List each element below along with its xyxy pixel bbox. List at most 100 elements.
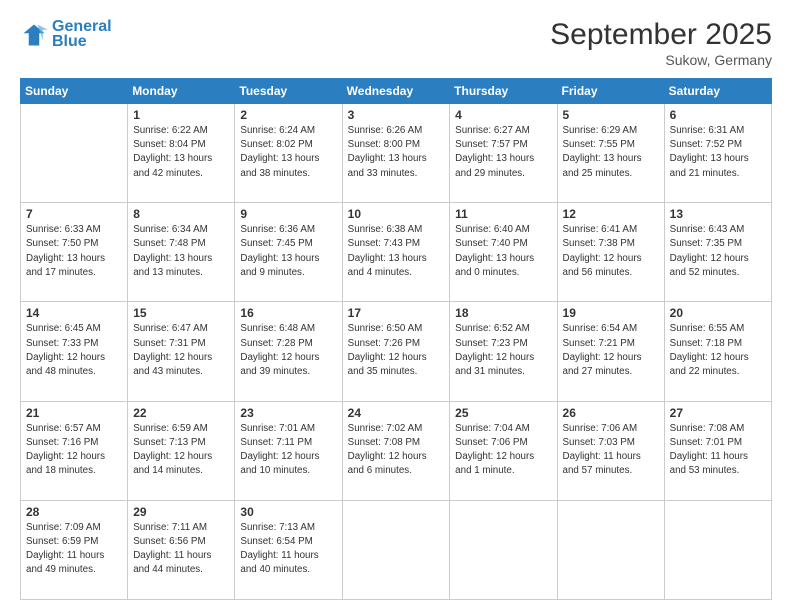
calendar-cell: 13Sunrise: 6:43 AM Sunset: 7:35 PM Dayli… — [664, 203, 771, 302]
logo-text: General Blue — [52, 18, 112, 51]
cell-info: Sunrise: 6:22 AM Sunset: 8:04 PM Dayligh… — [133, 124, 229, 181]
header: General Blue September 2025 Sukow, Germa… — [20, 18, 772, 68]
cell-day-number: 10 — [348, 207, 445, 221]
cell-day-number: 13 — [670, 207, 766, 221]
cell-info: Sunrise: 7:09 AM Sunset: 6:59 PM Dayligh… — [26, 521, 122, 578]
week-row-5: 28Sunrise: 7:09 AM Sunset: 6:59 PM Dayli… — [21, 500, 772, 599]
cell-info: Sunrise: 6:29 AM Sunset: 7:55 PM Dayligh… — [563, 124, 659, 181]
calendar-cell: 24 Sunrise: 7:02 AM Sunset: 7:08 PM Dayli… — [342, 401, 450, 500]
cell-info: Sunrise: 7:01 AM Sunset: 7:11 PM Dayligh… — [240, 422, 336, 479]
cell-info: Sunrise: 6:33 AM Sunset: 7:50 PM Dayligh… — [26, 223, 122, 280]
cell-info: Sunrise: 6:26 AM Sunset: 8:00 PM Dayligh… — [348, 124, 445, 181]
calendar-cell: 18 Sunrise: 6:52 AM Sunset: 7:23 PM Dayli… — [450, 302, 557, 401]
calendar-cell: 12 Sunrise: 6:41 AM Sunset: 7:38 PM Dayli… — [557, 203, 664, 302]
cell-info: Sunrise: 6:59 AM Sunset: 7:13 PM Dayligh… — [133, 422, 229, 479]
calendar-cell: 2 Sunrise: 6:24 AM Sunset: 8:02 PM Daylig… — [235, 104, 342, 203]
week-row-3: 14 Sunrise: 6:45 AM Sunset: 7:33 PM Dayli… — [21, 302, 772, 401]
page: General Blue September 2025 Sukow, Germa… — [0, 0, 792, 612]
cell-day-number: 22 — [133, 406, 229, 420]
calendar-cell: 21Sunrise: 6:57 AM Sunset: 7:16 PM Dayli… — [21, 401, 128, 500]
cell-info: Sunrise: 6:24 AM Sunset: 8:02 PM Dayligh… — [240, 124, 336, 181]
cell-day-number: 18 — [455, 306, 551, 320]
cell-info: Sunrise: 6:41 AM Sunset: 7:38 PM Dayligh… — [563, 223, 659, 280]
calendar-cell: 4Sunrise: 6:27 AM Sunset: 7:57 PM Daylig… — [450, 104, 557, 203]
cell-day-number: 23 — [240, 406, 336, 420]
location: Sukow, Germany — [550, 52, 772, 68]
cell-day-number: 7 — [26, 207, 122, 221]
calendar-cell: 5 Sunrise: 6:29 AM Sunset: 7:55 PM Daylig… — [557, 104, 664, 203]
calendar-cell: 23 Sunrise: 7:01 AM Sunset: 7:11 PM Dayli… — [235, 401, 342, 500]
calendar-cell: 20Sunrise: 6:55 AM Sunset: 7:18 PM Dayli… — [664, 302, 771, 401]
cell-info: Sunrise: 6:47 AM Sunset: 7:31 PM Dayligh… — [133, 322, 229, 379]
cell-info: Sunrise: 6:54 AM Sunset: 7:21 PM Dayligh… — [563, 322, 659, 379]
cell-day-number: 6 — [670, 108, 766, 122]
cell-info: Sunrise: 6:34 AM Sunset: 7:48 PM Dayligh… — [133, 223, 229, 280]
calendar-cell — [557, 500, 664, 599]
cell-info: Sunrise: 6:40 AM Sunset: 7:40 PM Dayligh… — [455, 223, 551, 280]
cell-info: Sunrise: 6:52 AM Sunset: 7:23 PM Dayligh… — [455, 322, 551, 379]
cell-info: Sunrise: 7:06 AM Sunset: 7:03 PM Dayligh… — [563, 422, 659, 479]
calendar-cell: 9Sunrise: 6:36 AM Sunset: 7:45 PM Daylig… — [235, 203, 342, 302]
weekday-header-wednesday: Wednesday — [342, 79, 450, 104]
month-title: September 2025 — [550, 18, 772, 52]
weekday-header-saturday: Saturday — [664, 79, 771, 104]
calendar-cell: 14 Sunrise: 6:45 AM Sunset: 7:33 PM Dayli… — [21, 302, 128, 401]
cell-info: Sunrise: 6:57 AM Sunset: 7:16 PM Dayligh… — [26, 422, 122, 479]
calendar-cell: 10Sunrise: 6:38 AM Sunset: 7:43 PM Dayli… — [342, 203, 450, 302]
cell-day-number: 25 — [455, 406, 551, 420]
calendar-cell: 3Sunrise: 6:26 AM Sunset: 8:00 PM Daylig… — [342, 104, 450, 203]
cell-day-number: 30 — [240, 505, 336, 519]
cell-info: Sunrise: 6:45 AM Sunset: 7:33 PM Dayligh… — [26, 322, 122, 379]
calendar-cell: 6 Sunrise: 6:31 AM Sunset: 7:52 PM Daylig… — [664, 104, 771, 203]
cell-day-number: 1 — [133, 108, 229, 122]
calendar-cell: 15 Sunrise: 6:47 AM Sunset: 7:31 PM Dayli… — [128, 302, 235, 401]
cell-info: Sunrise: 6:50 AM Sunset: 7:26 PM Dayligh… — [348, 322, 445, 379]
calendar-cell: 16Sunrise: 6:48 AM Sunset: 7:28 PM Dayli… — [235, 302, 342, 401]
calendar-cell: 26 Sunrise: 7:06 AM Sunset: 7:03 PM Dayli… — [557, 401, 664, 500]
cell-day-number: 4 — [455, 108, 551, 122]
calendar-cell — [450, 500, 557, 599]
cell-info: Sunrise: 6:31 AM Sunset: 7:52 PM Dayligh… — [670, 124, 766, 181]
title-block: September 2025 Sukow, Germany — [550, 18, 772, 68]
cell-day-number: 14 — [26, 306, 122, 320]
cell-day-number: 24 — [348, 406, 445, 420]
cell-day-number: 16 — [240, 306, 336, 320]
calendar-cell: 11 Sunrise: 6:40 AM Sunset: 7:40 PM Dayli… — [450, 203, 557, 302]
calendar-table: SundayMondayTuesdayWednesdayThursdayFrid… — [20, 78, 772, 600]
calendar-cell: 22 Sunrise: 6:59 AM Sunset: 7:13 PM Dayli… — [128, 401, 235, 500]
logo: General Blue — [20, 18, 112, 51]
cell-day-number: 26 — [563, 406, 659, 420]
weekday-header-monday: Monday — [128, 79, 235, 104]
calendar-cell: 30 Sunrise: 7:13 AM Sunset: 6:54 PM Dayli… — [235, 500, 342, 599]
calendar-cell: 8 Sunrise: 6:34 AM Sunset: 7:48 PM Daylig… — [128, 203, 235, 302]
cell-day-number: 5 — [563, 108, 659, 122]
cell-day-number: 11 — [455, 207, 551, 221]
cell-day-number: 17 — [348, 306, 445, 320]
weekday-header-thursday: Thursday — [450, 79, 557, 104]
calendar-cell: 7 Sunrise: 6:33 AM Sunset: 7:50 PM Daylig… — [21, 203, 128, 302]
cell-day-number: 20 — [670, 306, 766, 320]
calendar-cell — [21, 104, 128, 203]
cell-info: Sunrise: 7:04 AM Sunset: 7:06 PM Dayligh… — [455, 422, 551, 479]
cell-day-number: 15 — [133, 306, 229, 320]
cell-info: Sunrise: 7:11 AM Sunset: 6:56 PM Dayligh… — [133, 521, 229, 578]
calendar-cell: 1 Sunrise: 6:22 AM Sunset: 8:04 PM Daylig… — [128, 104, 235, 203]
cell-day-number: 2 — [240, 108, 336, 122]
weekday-header-sunday: Sunday — [21, 79, 128, 104]
weekday-header-friday: Friday — [557, 79, 664, 104]
cell-day-number: 27 — [670, 406, 766, 420]
calendar-cell: 28Sunrise: 7:09 AM Sunset: 6:59 PM Dayli… — [21, 500, 128, 599]
weekday-header-tuesday: Tuesday — [235, 79, 342, 104]
calendar-cell: 29 Sunrise: 7:11 AM Sunset: 6:56 PM Dayli… — [128, 500, 235, 599]
calendar-cell: 17 Sunrise: 6:50 AM Sunset: 7:26 PM Dayli… — [342, 302, 450, 401]
cell-info: Sunrise: 7:13 AM Sunset: 6:54 PM Dayligh… — [240, 521, 336, 578]
calendar-cell — [664, 500, 771, 599]
calendar-cell: 19Sunrise: 6:54 AM Sunset: 7:21 PM Dayli… — [557, 302, 664, 401]
cell-day-number: 29 — [133, 505, 229, 519]
cell-day-number: 8 — [133, 207, 229, 221]
week-row-2: 7 Sunrise: 6:33 AM Sunset: 7:50 PM Daylig… — [21, 203, 772, 302]
cell-info: Sunrise: 7:02 AM Sunset: 7:08 PM Dayligh… — [348, 422, 445, 479]
cell-day-number: 9 — [240, 207, 336, 221]
cell-day-number: 12 — [563, 207, 659, 221]
logo-icon — [20, 21, 48, 49]
